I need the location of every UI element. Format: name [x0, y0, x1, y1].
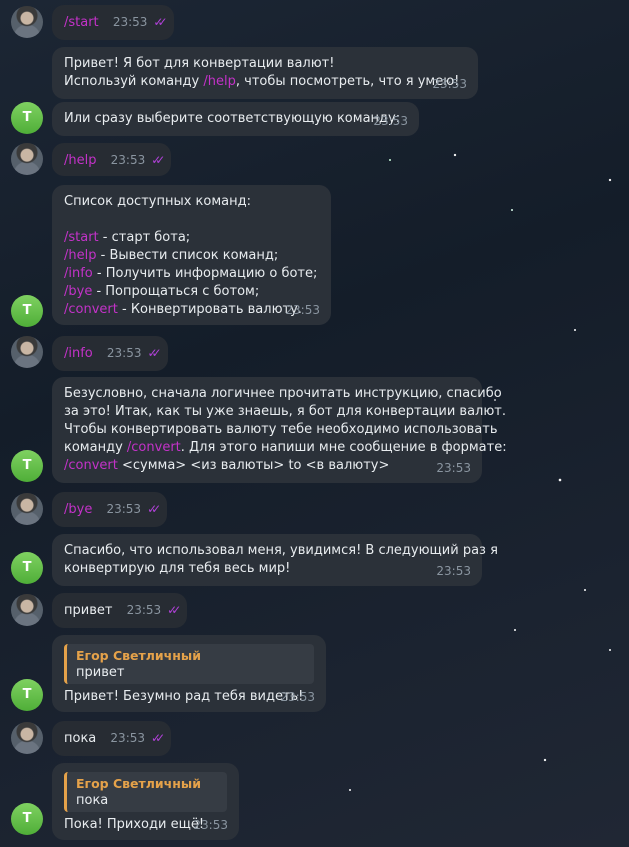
incoming-message[interactable]: Привет! Я бот для конвертации валют! Исп… — [52, 47, 478, 99]
outgoing-message[interactable]: пока 23:53 ✓✓ — [52, 721, 172, 756]
message-text: Спасибо, что использовал меня, увидимся!… — [64, 543, 498, 558]
bot-avatar[interactable]: T — [11, 552, 43, 584]
incoming-message[interactable]: Безусловно, сначала логичнее прочитать и… — [52, 377, 507, 483]
message-time: 23:53 — [373, 114, 408, 128]
reply-preview[interactable]: Егор Светличный привет — [64, 644, 314, 684]
message-time: 23:53 — [436, 461, 471, 475]
outgoing-message[interactable]: привет 23:53 ✓✓ — [52, 593, 188, 628]
user-avatar[interactable] — [11, 143, 43, 175]
incoming-message[interactable]: Или сразу выберите соответствующую коман… — [52, 102, 419, 136]
user-avatar[interactable] — [11, 722, 43, 754]
message-text: , чтобы посмотреть, что я умею! — [235, 74, 460, 89]
message-text: команду — [64, 440, 127, 455]
double-check-icon: ✓✓ — [153, 15, 167, 29]
message-text: Список доступных команд: — [64, 194, 252, 209]
outgoing-message[interactable]: /bye 23:53 ✓✓ — [52, 492, 168, 527]
bot-avatar[interactable]: T — [11, 803, 43, 835]
incoming-message[interactable]: Егор Светличный пока Пока! Приходи ещё! … — [52, 763, 239, 840]
double-check-icon: ✓✓ — [147, 346, 162, 360]
command-link[interactable]: /convert — [64, 302, 118, 317]
user-avatar[interactable] — [11, 6, 43, 38]
incoming-message[interactable]: Спасибо, что использовал меня, увидимся!… — [52, 534, 498, 586]
bot-avatar[interactable]: T — [11, 679, 43, 711]
message-time: 23:53 — [110, 153, 146, 167]
double-check-icon: ✓✓ — [151, 153, 165, 167]
message-text: - Получить информацию о боте; — [92, 266, 318, 281]
message-text: Безусловно, сначала логичнее прочитать и… — [64, 386, 502, 401]
double-check-icon: ✓✓ — [167, 603, 181, 617]
message-text: привет — [64, 603, 113, 618]
message-text: Пока! Приходи ещё! — [64, 817, 205, 832]
bot-avatar[interactable]: T — [11, 102, 43, 134]
command-link[interactable]: /info — [64, 346, 93, 361]
message-time: 23:53 — [285, 303, 320, 317]
message-time: 23:53 — [112, 15, 148, 29]
double-check-icon: ✓✓ — [147, 502, 161, 516]
message-text: Или сразу выберите соответствующую коман… — [64, 111, 401, 126]
message-time: 23:53 — [106, 502, 142, 516]
message-time: 23:53 — [193, 818, 228, 832]
message-text: Привет! Я бот для конвертации валют! — [64, 56, 335, 71]
message-text: . Для этого напиши мне сообщение в форма… — [180, 440, 507, 455]
message-text: - Вывести список команд; — [96, 248, 279, 263]
user-avatar[interactable] — [11, 336, 43, 368]
message-text: за это! Итак, как ты уже знаешь, я бот д… — [64, 404, 506, 419]
message-text: пока — [64, 731, 97, 746]
user-avatar[interactable] — [11, 594, 43, 626]
command-link[interactable]: /convert — [127, 440, 181, 455]
reply-author: Егор Светличный — [76, 648, 201, 663]
outgoing-message[interactable]: /help 23:53 ✓✓ — [52, 143, 172, 176]
message-time: 23:53 — [110, 731, 146, 745]
message-text: - Конвертировать валюту. — [117, 302, 302, 317]
command-link[interactable]: /bye — [64, 502, 92, 517]
command-link[interactable]: /convert — [64, 458, 118, 473]
message-time: 23:53 — [432, 77, 467, 91]
command-link[interactable]: /bye — [64, 284, 92, 299]
incoming-message[interactable]: Список доступных команд: /start - старт … — [52, 185, 331, 325]
command-link[interactable]: /start — [64, 230, 99, 245]
command-link[interactable]: /info — [64, 266, 93, 281]
message-time: 23:53 — [280, 690, 315, 704]
message-time: 23:53 — [436, 564, 471, 578]
double-check-icon: ✓✓ — [151, 731, 165, 745]
message-text: конвертирую для тебя весь мир! — [64, 561, 291, 576]
message-text: <сумма> <из валюты> to <в валюту> — [117, 458, 390, 473]
incoming-message[interactable]: Егор Светличный привет Привет! Безумно р… — [52, 635, 326, 712]
message-text: - старт бота; — [98, 230, 191, 245]
command-link[interactable]: /help — [203, 74, 235, 89]
command-link[interactable]: /help — [64, 153, 96, 168]
bot-avatar[interactable]: T — [11, 450, 43, 482]
outgoing-message[interactable]: /info 23:53 ✓✓ — [52, 336, 168, 371]
user-avatar[interactable] — [11, 493, 43, 525]
bot-avatar[interactable]: T — [11, 295, 43, 327]
message-text: - Попрощаться с ботом; — [92, 284, 260, 299]
command-link[interactable]: /help — [64, 248, 96, 263]
reply-preview[interactable]: Егор Светличный пока — [64, 772, 227, 812]
reply-text: привет — [76, 665, 125, 680]
message-text: Привет! Безумно рад тебя видеть! — [64, 689, 304, 704]
reply-author: Егор Светличный — [76, 776, 201, 791]
outgoing-message[interactable]: /start 23:53 ✓✓ — [52, 5, 174, 40]
message-time: 23:53 — [126, 603, 162, 617]
command-link[interactable]: /start — [64, 15, 99, 30]
message-time: 23:53 — [106, 346, 142, 360]
reply-text: пока — [76, 793, 109, 808]
message-text: Чтобы конвертировать валюту тебе необход… — [64, 422, 498, 437]
message-text: Используй команду — [64, 74, 204, 89]
